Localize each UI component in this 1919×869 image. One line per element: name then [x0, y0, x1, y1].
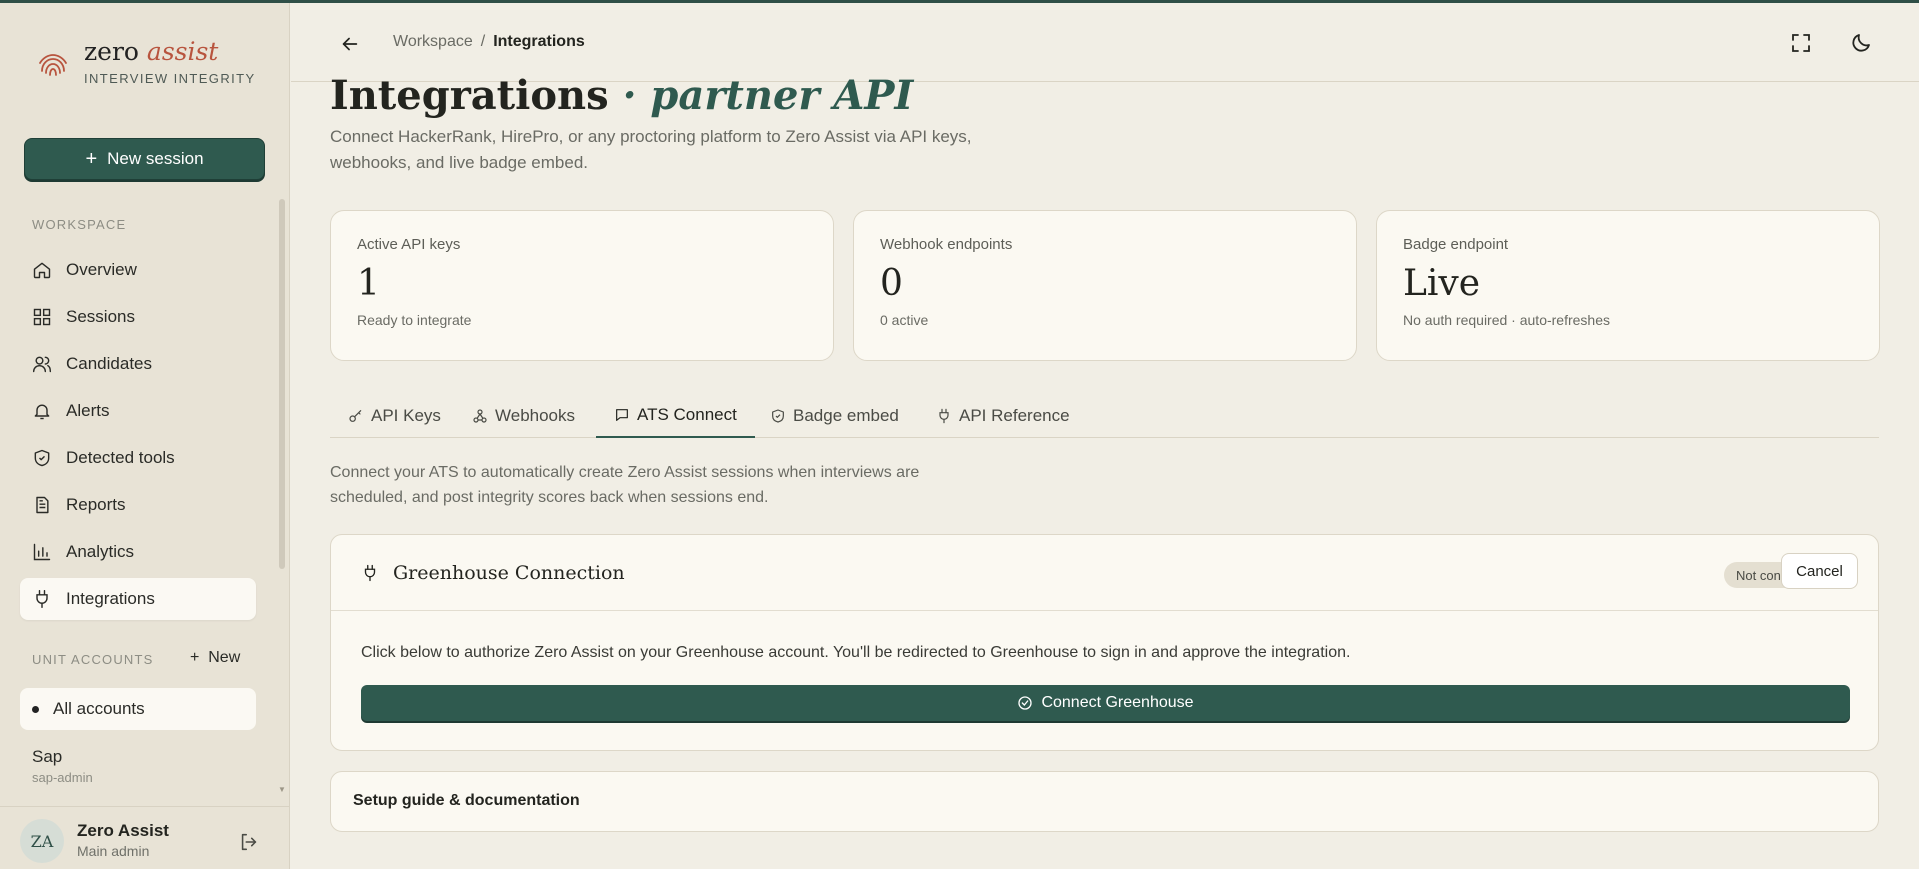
new-session-button[interactable]: + New session [24, 138, 265, 180]
breadcrumb-workspace[interactable]: Workspace [393, 33, 473, 50]
user-footer: ZA Zero Assist Main admin [0, 806, 290, 869]
stat-card-webhooks: Webhook endpoints 0 0 active [853, 210, 1357, 361]
sidebar-item-integrations[interactable]: Integrations [20, 578, 256, 620]
ats-description: Connect your ATS to automatically create… [330, 464, 920, 506]
setup-guide-section[interactable]: Setup guide & documentation [330, 771, 1879, 832]
brand-subtitle: INTERVIEW INTEGRITY [84, 71, 256, 86]
greenhouse-card-title: Greenhouse Connection [393, 562, 625, 584]
avatar[interactable]: ZA [20, 819, 64, 863]
account-item[interactable]: Sap sap-admin [32, 747, 93, 785]
workspace-section-label: WORKSPACE [32, 217, 127, 232]
unit-accounts-section-label: UNIT ACCOUNTS [32, 652, 154, 667]
greenhouse-instructions: Click below to authorize Zero Assist on … [361, 644, 1351, 661]
sidebar-item-overview[interactable]: Overview [20, 249, 256, 291]
cancel-button[interactable]: Cancel [1781, 553, 1858, 589]
tab-badge-embed[interactable]: Badge embed [770, 394, 899, 438]
back-arrow-icon[interactable] [339, 33, 361, 55]
check-circle-icon [1018, 696, 1033, 710]
new-unit-account-button[interactable]: + New [190, 649, 240, 667]
shield-icon [34, 449, 50, 467]
breadcrumb-current: Integrations [493, 33, 585, 50]
key-icon [349, 410, 362, 422]
plug-icon [939, 408, 949, 424]
page-description: Connect HackerRank, HirePro, or any proc… [330, 127, 972, 172]
tab-api-reference[interactable]: API Reference [936, 394, 1070, 438]
tab-ats-connect[interactable]: ATS Connect [596, 394, 755, 438]
brand[interactable]: zero assist INTERVIEW INTEGRITY [36, 37, 256, 86]
sidebar-item-reports[interactable]: Reports [20, 484, 256, 526]
fingerprint-logo-icon [39, 54, 67, 76]
document-icon [36, 496, 49, 514]
fullscreen-icon[interactable] [1789, 31, 1813, 55]
greenhouse-connection-card: Greenhouse Connection Not connected Canc… [330, 534, 1879, 751]
sidebar-nav: Overview Sessions Candidates Alerts Dete… [20, 249, 256, 625]
top-header: Workspace / Integrations [291, 3, 1919, 82]
breadcrumb: Workspace / Integrations [393, 33, 585, 50]
page-title: Integrations · partner API [330, 72, 914, 119]
plus-icon: + [85, 148, 98, 170]
user-role: Main admin [77, 843, 150, 859]
bar-chart-icon [33, 543, 51, 561]
logout-icon[interactable] [238, 831, 260, 853]
shield-check-icon [772, 409, 784, 423]
moon-icon[interactable] [1849, 31, 1873, 55]
top-accent-line [0, 0, 1919, 3]
message-icon [616, 409, 628, 421]
brand-name: zero assist [84, 37, 219, 66]
all-accounts-item[interactable]: All accounts [20, 688, 256, 730]
tab-webhooks[interactable]: Webhooks [472, 394, 575, 438]
home-icon [33, 262, 51, 279]
webhook-icon [473, 409, 487, 423]
stat-card-api-keys: Active API keys 1 Ready to integrate [330, 210, 834, 361]
plug-icon [36, 589, 48, 609]
bell-icon [34, 404, 50, 420]
sidebar-item-detected-tools[interactable]: Detected tools [20, 437, 256, 479]
selected-dot-icon [32, 705, 39, 713]
sidebar: zero assist INTERVIEW INTEGRITY + New se… [0, 3, 290, 869]
sidebar-item-analytics[interactable]: Analytics [20, 531, 256, 573]
sidebar-item-alerts[interactable]: Alerts [20, 390, 256, 432]
scroll-down-arrow-icon[interactable]: ▼ [278, 785, 286, 794]
plug-icon [364, 564, 376, 582]
tab-api-keys[interactable]: API Keys [348, 394, 441, 438]
connect-greenhouse-button[interactable]: Connect Greenhouse [361, 685, 1850, 721]
grid-icon [33, 308, 51, 326]
integration-tabs: API Keys Webhooks ATS Connect Badge embe… [330, 394, 1879, 438]
sidebar-item-candidates[interactable]: Candidates [20, 343, 256, 385]
stat-card-badge-endpoint: Badge endpoint Live No auth required · a… [1376, 210, 1880, 361]
greenhouse-card-header: Greenhouse Connection Not connected Canc… [331, 535, 1878, 611]
users-icon [32, 356, 52, 373]
user-name: Zero Assist [77, 821, 169, 840]
sidebar-scrollbar[interactable] [279, 199, 285, 569]
sidebar-item-sessions[interactable]: Sessions [20, 296, 256, 338]
